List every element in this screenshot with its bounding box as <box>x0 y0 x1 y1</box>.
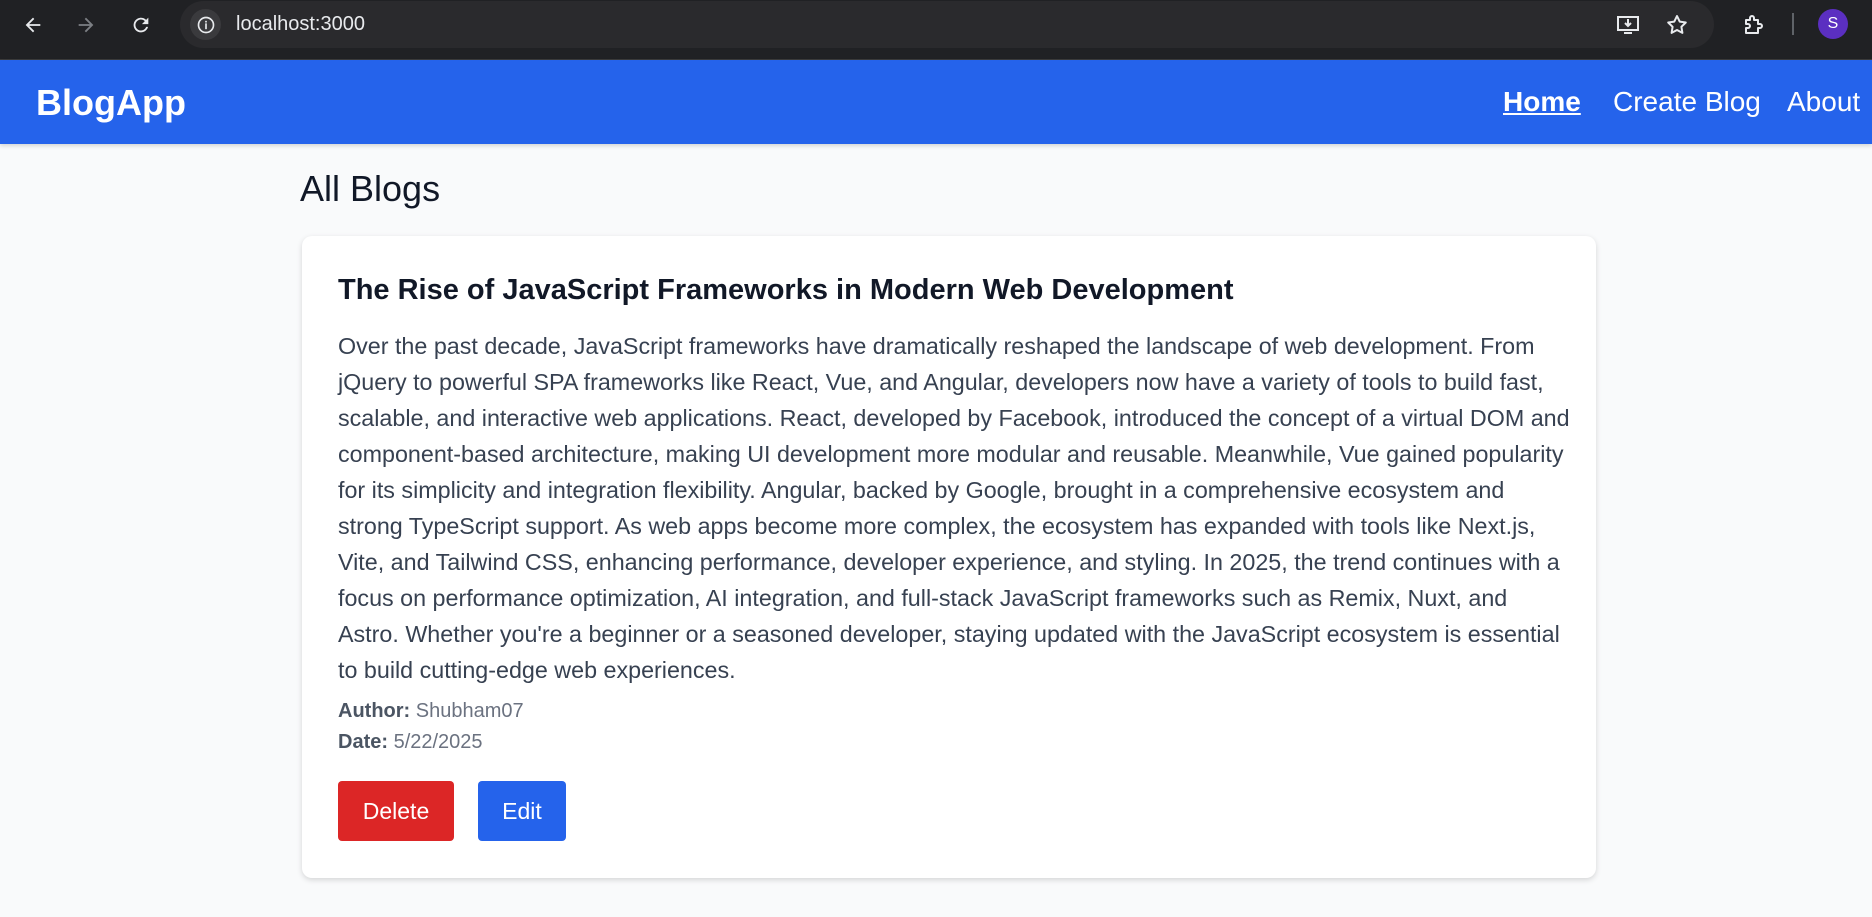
bookmark-star-icon[interactable] <box>1662 10 1692 40</box>
blog-content: Over the past decade, JavaScript framewo… <box>338 333 1570 683</box>
author-value: Shubham07 <box>415 700 524 722</box>
brand-logo[interactable]: BlogApp <box>36 82 186 124</box>
app-navbar: BlogApp Home Create Blog About <box>0 60 1872 144</box>
delete-button[interactable]: Delete <box>338 781 454 841</box>
blog-card: The Rise of JavaScript Frameworks in Mod… <box>302 236 1596 878</box>
date-label: Date: <box>338 731 389 753</box>
back-arrow-icon[interactable] <box>18 10 48 40</box>
reload-icon[interactable] <box>126 10 156 40</box>
nav-link-home[interactable]: Home <box>1503 86 1581 118</box>
browser-toolbar: localhost:3000 S <box>0 0 1872 60</box>
extensions-puzzle-icon[interactable] <box>1738 10 1768 40</box>
blog-author: Author: Shubham07 <box>338 700 524 723</box>
install-app-icon[interactable] <box>1613 10 1643 40</box>
page-title: All Blogs <box>300 168 441 209</box>
edit-button[interactable]: Edit <box>478 781 566 841</box>
nav-link-about[interactable]: About <box>1787 86 1860 118</box>
forward-arrow-icon[interactable] <box>71 10 101 40</box>
site-info-icon[interactable] <box>190 9 221 40</box>
toolbar-separator <box>1792 13 1794 35</box>
nav-link-create-blog[interactable]: Create Blog <box>1613 86 1761 118</box>
author-label: Author: <box>338 700 411 722</box>
date-value: 5/22/2025 <box>393 731 483 753</box>
profile-avatar[interactable]: S <box>1818 9 1848 39</box>
url-text: localhost:3000 <box>236 13 365 35</box>
blog-title: The Rise of JavaScript Frameworks in Mod… <box>338 274 1234 306</box>
address-bar[interactable]: localhost:3000 <box>180 1 1714 48</box>
blog-date: Date: 5/22/2025 <box>338 731 483 754</box>
